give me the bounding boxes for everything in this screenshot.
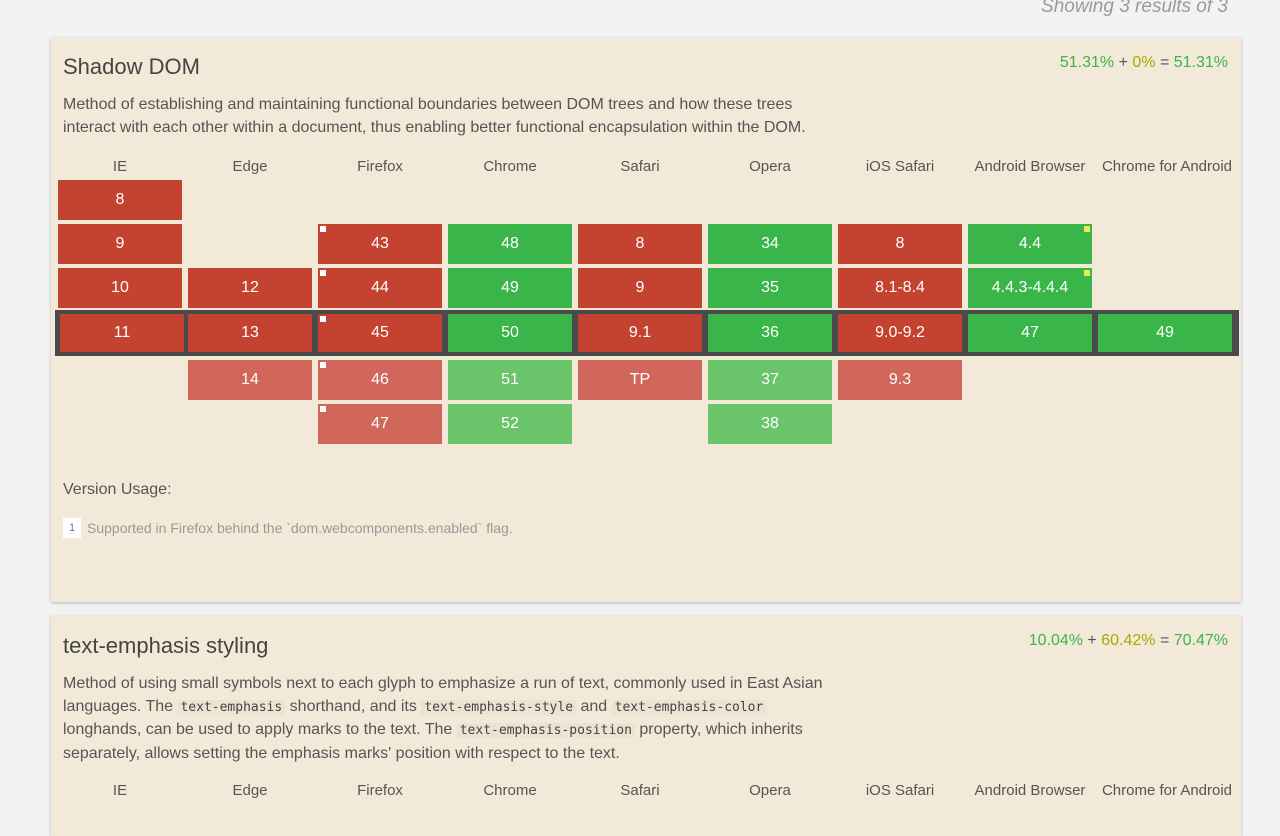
- usage-plus: +: [1087, 632, 1097, 649]
- support-cell-android-47[interactable]: 47: [968, 314, 1092, 352]
- browser-header-android-browser: Android Browser: [974, 782, 1086, 799]
- browser-header-safari: Safari: [620, 158, 660, 175]
- browser-header-ie: IE: [112, 782, 128, 799]
- desc-text: and: [576, 697, 612, 715]
- browser-header-opera: Opera: [749, 158, 791, 175]
- support-cell-ios-8-1[interactable]: 8.1-8.4: [838, 268, 962, 308]
- feature-title[interactable]: Shadow DOM: [63, 54, 200, 80]
- cell-label: 46: [371, 371, 389, 388]
- note-marker: [320, 316, 326, 322]
- browser-header-ios-safari: iOS Safari: [865, 782, 935, 799]
- code-snippet: text-emphasis-style: [421, 699, 577, 715]
- note-marker: [320, 362, 326, 368]
- current-version-row: 11 13 45 50 9.1 36 9.0-9.2 47 49: [55, 310, 1239, 356]
- desc-text: shorthand, and its: [285, 697, 422, 715]
- browser-header-chrome: Chrome: [483, 782, 537, 799]
- support-cell-opera-37[interactable]: 37: [708, 360, 832, 400]
- usage-summary: 51.31% + 0% = 51.31%: [1060, 54, 1228, 72]
- browser-header-chrome-android: Chrome for Android: [1101, 158, 1233, 175]
- support-cell-chrome-48[interactable]: 48: [448, 224, 572, 264]
- usage-summary: 10.04% + 60.42% = 70.47%: [1029, 632, 1228, 650]
- note-marker: [320, 406, 326, 412]
- cell-label: 4.4.3-4.4.4: [991, 279, 1069, 296]
- cell-label: 4.4: [1018, 235, 1042, 252]
- code-snippet: text-emphasis-color: [611, 699, 767, 715]
- support-cell-ie-9[interactable]: 9: [58, 224, 182, 264]
- cell-label: 44: [371, 279, 389, 296]
- feature-description: Method of using small symbols next to ea…: [63, 673, 833, 765]
- support-cell-edge-14[interactable]: 14: [188, 360, 312, 400]
- usage-partial: 0%: [1132, 54, 1156, 71]
- support-cell-opera-38[interactable]: 38: [708, 404, 832, 444]
- browser-header-opera: Opera: [749, 782, 791, 799]
- browser-header-firefox: Firefox: [357, 782, 403, 799]
- support-cell-firefox-43[interactable]: 43: [318, 224, 442, 264]
- usage-equals: =: [1159, 632, 1170, 649]
- support-cell-chrome-50[interactable]: 50: [448, 314, 572, 352]
- cell-label: 47: [371, 415, 389, 432]
- support-cell-firefox-46[interactable]: 46: [318, 360, 442, 400]
- note-marker: [320, 226, 326, 232]
- support-cell-opera-36[interactable]: 36: [708, 314, 832, 352]
- feature-card-text-emphasis: text-emphasis styling 10.04% + 60.42% = …: [51, 616, 1241, 836]
- support-cell-ios-9-0[interactable]: 9.0-9.2: [838, 314, 962, 352]
- note-marker: [320, 270, 326, 276]
- usage-partial: 60.42%: [1101, 632, 1156, 649]
- code-snippet: text-emphasis-position: [456, 723, 635, 738]
- flag-marker: [1084, 226, 1090, 232]
- support-cell-ios-9-3[interactable]: 9.3: [838, 360, 962, 400]
- support-cell-opera-35[interactable]: 35: [708, 268, 832, 308]
- usage-equals: =: [1159, 54, 1170, 71]
- support-cell-chrome-android-49[interactable]: 49: [1098, 314, 1232, 352]
- support-cell-chrome-49[interactable]: 49: [448, 268, 572, 308]
- desc-text: longhands, can be used to apply marks to…: [63, 721, 457, 738]
- support-cell-ie-11[interactable]: 11: [60, 314, 184, 352]
- support-cell-opera-34[interactable]: 34: [708, 224, 832, 264]
- browser-header-ios-safari: iOS Safari: [865, 158, 935, 175]
- browser-header-chrome-android: Chrome for Android: [1101, 782, 1233, 799]
- browser-header-firefox: Firefox: [357, 158, 403, 175]
- support-cell-safari-9-1[interactable]: 9.1: [578, 314, 702, 352]
- feature-title[interactable]: text-emphasis styling: [63, 633, 268, 659]
- support-cell-firefox-44[interactable]: 44: [318, 268, 442, 308]
- usage-total: 51.31%: [1173, 54, 1228, 71]
- usage-total: 70.47%: [1173, 632, 1228, 649]
- flag-marker: [1084, 270, 1090, 276]
- support-cell-android-4-4[interactable]: 4.4: [968, 224, 1092, 264]
- usage-supported: 51.31%: [1059, 54, 1115, 71]
- support-cell-android-4-4-3[interactable]: 4.4.3-4.4.4: [968, 268, 1092, 308]
- support-cell-ie-10[interactable]: 10: [58, 268, 182, 308]
- cell-label: 45: [371, 324, 389, 341]
- support-cell-firefox-47[interactable]: 47: [318, 404, 442, 444]
- results-count: Showing 3 results of 3: [1041, 0, 1228, 17]
- support-cell-chrome-51[interactable]: 51: [448, 360, 572, 400]
- support-cell-ios-8[interactable]: 8: [838, 224, 962, 264]
- usage-supported: 10.04%: [1028, 632, 1083, 649]
- version-usage-label: Version Usage:: [63, 481, 172, 498]
- support-cell-edge-13[interactable]: 13: [188, 314, 312, 352]
- support-cell-chrome-52[interactable]: 52: [448, 404, 572, 444]
- support-cell-safari-9[interactable]: 9: [578, 268, 702, 308]
- browser-header-edge: Edge: [232, 158, 268, 175]
- browser-header-chrome: Chrome: [483, 158, 537, 175]
- browser-header-ie: IE: [112, 158, 128, 175]
- support-cell-ie-8[interactable]: 8: [58, 180, 182, 220]
- cell-label: 43: [371, 235, 389, 252]
- feature-description: Method of establishing and maintaining f…: [63, 96, 806, 136]
- support-table: 8 9 10 12 14 43 44 46 47 48 49 51 52 8 9…: [55, 180, 1239, 450]
- feature-card-shadow-dom: Shadow DOM 51.31% + 0% = 51.31% Method o…: [51, 38, 1241, 602]
- browser-header-edge: Edge: [232, 782, 268, 799]
- usage-plus: +: [1118, 54, 1128, 71]
- browser-header-android-browser: Android Browser: [974, 158, 1086, 175]
- code-snippet: text-emphasis: [177, 699, 286, 715]
- footnote-number: 1: [63, 518, 81, 538]
- support-cell-edge-12[interactable]: 12: [188, 268, 312, 308]
- footnote: 1 Supported in Firefox behind the `dom.w…: [63, 518, 513, 538]
- support-cell-firefox-45[interactable]: 45: [318, 314, 442, 352]
- support-cell-safari-tp[interactable]: TP: [578, 360, 702, 400]
- support-cell-safari-8[interactable]: 8: [578, 224, 702, 264]
- browser-header-safari: Safari: [620, 782, 660, 799]
- footnote-text: Supported in Firefox behind the `dom.web…: [87, 520, 513, 536]
